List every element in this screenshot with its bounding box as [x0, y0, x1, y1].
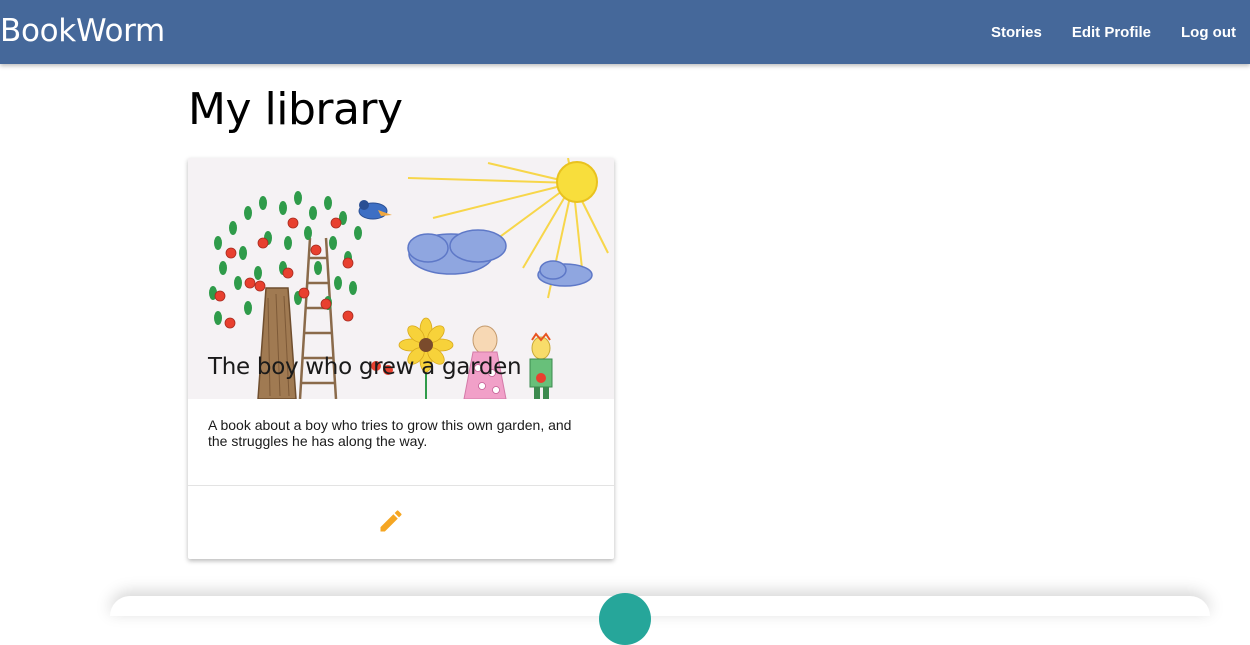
nav-link-log-out[interactable]: Log out — [1181, 24, 1236, 41]
edit-book-button[interactable] — [377, 507, 405, 535]
page-title: My library — [188, 84, 403, 135]
nav-link-edit-profile[interactable]: Edit Profile — [1072, 24, 1151, 41]
bottom-sheet — [110, 596, 1210, 616]
nav-links: Stories Edit Profile Log out — [961, 0, 1236, 64]
navbar: BookWorm Stories Edit Profile Log out — [0, 0, 1250, 64]
brand-logo[interactable]: BookWorm — [0, 13, 165, 49]
card-divider — [188, 485, 614, 486]
book-description: A book about a boy who tries to grow thi… — [208, 417, 572, 449]
book-title: The boy who grew a garden — [208, 354, 522, 380]
nav-link-stories[interactable]: Stories — [991, 24, 1042, 41]
book-cover-image[interactable]: The boy who grew a garden — [188, 158, 614, 399]
book-card: The boy who grew a garden A book about a… — [188, 158, 614, 559]
add-book-button[interactable] — [599, 593, 651, 645]
pencil-icon — [380, 510, 402, 532]
